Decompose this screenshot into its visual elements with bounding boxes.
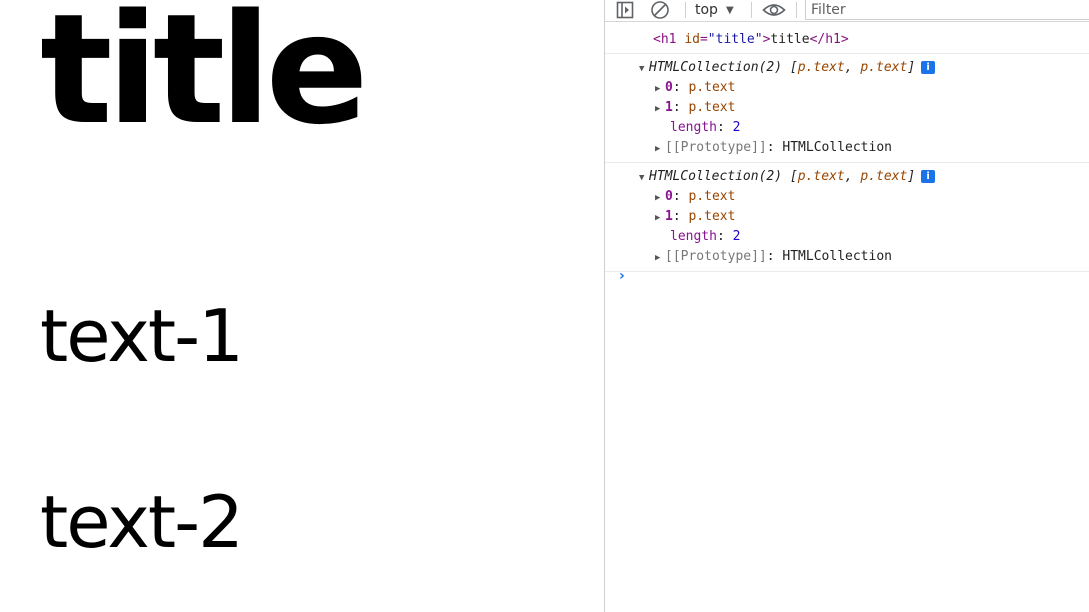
tag-open: <h1	[653, 32, 677, 47]
collapsed-triangle-icon[interactable]: ▶	[655, 208, 665, 228]
text-paragraph-2: text-2	[40, 480, 244, 564]
live-expression-eye-icon[interactable]	[762, 0, 786, 20]
text-paragraph-1: text-1	[40, 294, 244, 378]
filter-input[interactable]	[805, 0, 1089, 20]
collection-summary[interactable]: ▼ HTMLCollection(2) [p.text, p.text] i	[639, 167, 1089, 187]
collection-prototype[interactable]: ▶ [[Prototype]]: HTMLCollection	[639, 138, 1089, 158]
collapsed-triangle-icon[interactable]: ▶	[655, 99, 665, 119]
page-heading: title	[40, 0, 369, 158]
console-message-element: <h1 id="title">title</h1>	[605, 23, 1089, 54]
console-toolbar: top ▼	[605, 0, 1089, 22]
collection-summary[interactable]: ▼ HTMLCollection(2) [p.text, p.text] i	[639, 58, 1089, 78]
preview-item: p.text	[797, 169, 845, 184]
context-label: top	[695, 2, 718, 18]
collapsed-triangle-icon[interactable]: ▶	[655, 188, 665, 208]
collection-entry[interactable]: ▶ 1: p.text	[639, 207, 1089, 227]
preview-item: p.text	[797, 60, 845, 75]
clear-console-icon[interactable]	[650, 0, 670, 20]
expanded-triangle-icon[interactable]: ▼	[639, 168, 649, 188]
collection-entry[interactable]: ▶ 1: p.text	[639, 98, 1089, 118]
prompt-chevron-icon: ›	[619, 268, 625, 284]
info-icon[interactable]: i	[921, 170, 936, 183]
collapsed-triangle-icon[interactable]: ▶	[655, 139, 665, 159]
element-node[interactable]: <h1 id="title">title</h1>	[653, 30, 1089, 50]
collection-prototype[interactable]: ▶ [[Prototype]]: HTMLCollection	[639, 247, 1089, 267]
element-text: title	[770, 32, 810, 47]
toolbar-separator	[751, 2, 752, 18]
devtools-console-panel: top ▼ <h1 id="title">title</h1> ▼HTMLCol…	[605, 0, 1089, 612]
toolbar-separator	[796, 2, 797, 18]
console-prompt[interactable]: ›	[605, 268, 1089, 288]
collapsed-triangle-icon[interactable]: ▶	[655, 248, 665, 268]
collection-title: HTMLCollection(2)	[649, 60, 783, 75]
collapsed-triangle-icon[interactable]: ▶	[655, 79, 665, 99]
expanded-triangle-icon[interactable]: ▼	[639, 59, 649, 79]
sidebar-toggle-icon[interactable]	[615, 0, 635, 20]
attr-value: "title"	[707, 32, 763, 47]
console-message-collection-2: ▼ HTMLCollection(2) [p.text, p.text] i ▶ 0:…	[605, 163, 1089, 272]
tag-close: </h1>	[809, 32, 849, 47]
collection-entry[interactable]: ▶ 0: p.text	[639, 78, 1089, 98]
info-icon[interactable]: i	[921, 61, 936, 74]
preview-item: p.text	[860, 169, 908, 184]
collection-length: length: 2	[670, 229, 741, 244]
collection-title: HTMLCollection(2)	[649, 169, 783, 184]
attr-name: id	[684, 32, 700, 47]
chevron-down-icon: ▼	[725, 4, 734, 16]
preview-item: p.text	[860, 60, 908, 75]
toolbar-separator	[685, 2, 686, 18]
console-message-collection-1: ▼ HTMLCollection(2) [p.text, p.text] i ▶ 0:…	[605, 54, 1089, 163]
console-messages: <h1 id="title">title</h1> ▼ HTMLCollectio…	[605, 23, 1089, 272]
context-selector[interactable]: top ▼	[695, 0, 734, 20]
collection-length: length: 2	[670, 120, 741, 135]
collection-entry[interactable]: ▶ 0: p.text	[639, 187, 1089, 207]
page-viewport: title text-1 text-2	[0, 0, 604, 612]
